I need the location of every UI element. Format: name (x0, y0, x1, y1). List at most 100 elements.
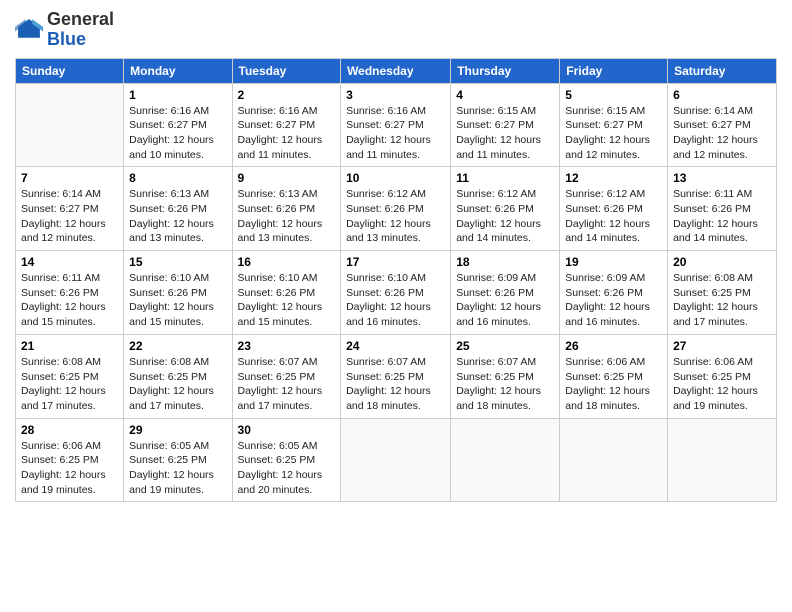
calendar-cell: 17 Sunrise: 6:10 AM Sunset: 6:26 PM Dayli… (341, 251, 451, 335)
day-number: 4 (456, 88, 554, 102)
day-info: Sunrise: 6:12 AM Sunset: 6:26 PM Dayligh… (346, 187, 445, 246)
day-info: Sunrise: 6:14 AM Sunset: 6:27 PM Dayligh… (21, 187, 118, 246)
day-number: 28 (21, 423, 118, 437)
calendar-cell: 30 Sunrise: 6:05 AM Sunset: 6:25 PM Dayli… (232, 418, 341, 502)
calendar-row: 14 Sunrise: 6:11 AM Sunset: 6:26 PM Dayli… (16, 251, 777, 335)
day-number: 19 (565, 255, 662, 269)
header-row: Sunday Monday Tuesday Wednesday Thursday… (16, 58, 777, 83)
calendar-cell: 10 Sunrise: 6:12 AM Sunset: 6:26 PM Dayli… (341, 167, 451, 251)
calendar-cell (16, 83, 124, 167)
calendar-cell: 13 Sunrise: 6:11 AM Sunset: 6:26 PM Dayli… (668, 167, 777, 251)
day-number: 2 (238, 88, 336, 102)
calendar-cell: 1 Sunrise: 6:16 AM Sunset: 6:27 PM Daylig… (124, 83, 232, 167)
logo: General Blue (15, 10, 114, 50)
calendar-cell: 4 Sunrise: 6:15 AM Sunset: 6:27 PM Daylig… (451, 83, 560, 167)
calendar-row: 28 Sunrise: 6:06 AM Sunset: 6:25 PM Dayli… (16, 418, 777, 502)
day-number: 22 (129, 339, 226, 353)
calendar-cell: 9Sunrise: 6:13 AM Sunset: 6:26 PM Daylig… (232, 167, 341, 251)
day-info: Sunrise: 6:05 AM Sunset: 6:25 PM Dayligh… (238, 439, 336, 498)
day-number: 6 (673, 88, 771, 102)
calendar-table: Sunday Monday Tuesday Wednesday Thursday… (15, 58, 777, 503)
calendar-cell: 2Sunrise: 6:16 AM Sunset: 6:27 PM Daylig… (232, 83, 341, 167)
day-info: Sunrise: 6:08 AM Sunset: 6:25 PM Dayligh… (673, 271, 771, 330)
day-info: Sunrise: 6:08 AM Sunset: 6:25 PM Dayligh… (129, 355, 226, 414)
day-info: Sunrise: 6:07 AM Sunset: 6:25 PM Dayligh… (346, 355, 445, 414)
day-number: 24 (346, 339, 445, 353)
day-number: 21 (21, 339, 118, 353)
header: General Blue (15, 10, 777, 50)
day-number: 11 (456, 171, 554, 185)
day-info: Sunrise: 6:11 AM Sunset: 6:26 PM Dayligh… (21, 271, 118, 330)
day-number: 12 (565, 171, 662, 185)
calendar-cell: 29Sunrise: 6:05 AM Sunset: 6:25 PM Dayli… (124, 418, 232, 502)
day-number: 25 (456, 339, 554, 353)
page: General Blue Sunday Monday Tuesday Wedne… (0, 0, 792, 612)
day-number: 27 (673, 339, 771, 353)
day-number: 5 (565, 88, 662, 102)
day-info: Sunrise: 6:13 AM Sunset: 6:26 PM Dayligh… (238, 187, 336, 246)
calendar-cell: 23 Sunrise: 6:07 AM Sunset: 6:25 PM Dayli… (232, 334, 341, 418)
day-info: Sunrise: 6:16 AM Sunset: 6:27 PM Dayligh… (129, 104, 226, 163)
calendar-row: 1 Sunrise: 6:16 AM Sunset: 6:27 PM Daylig… (16, 83, 777, 167)
day-number: 23 (238, 339, 336, 353)
logo-text: General Blue (47, 10, 114, 50)
calendar-body: 1 Sunrise: 6:16 AM Sunset: 6:27 PM Daylig… (16, 83, 777, 502)
day-number: 26 (565, 339, 662, 353)
col-thursday: Thursday (451, 58, 560, 83)
day-number: 1 (129, 88, 226, 102)
day-info: Sunrise: 6:06 AM Sunset: 6:25 PM Dayligh… (21, 439, 118, 498)
calendar-cell: 25 Sunrise: 6:07 AM Sunset: 6:25 PM Dayli… (451, 334, 560, 418)
day-info: Sunrise: 6:10 AM Sunset: 6:26 PM Dayligh… (346, 271, 445, 330)
calendar-cell (668, 418, 777, 502)
calendar-cell: 21Sunrise: 6:08 AM Sunset: 6:25 PM Dayli… (16, 334, 124, 418)
calendar-cell: 20 Sunrise: 6:08 AM Sunset: 6:25 PM Dayli… (668, 251, 777, 335)
day-number: 29 (129, 423, 226, 437)
col-wednesday: Wednesday (341, 58, 451, 83)
day-info: Sunrise: 6:14 AM Sunset: 6:27 PM Dayligh… (673, 104, 771, 163)
col-friday: Friday (560, 58, 668, 83)
day-number: 7 (21, 171, 118, 185)
calendar-cell: 22 Sunrise: 6:08 AM Sunset: 6:25 PM Dayli… (124, 334, 232, 418)
day-info: Sunrise: 6:09 AM Sunset: 6:26 PM Dayligh… (565, 271, 662, 330)
day-info: Sunrise: 6:16 AM Sunset: 6:27 PM Dayligh… (346, 104, 445, 163)
col-tuesday: Tuesday (232, 58, 341, 83)
calendar-cell: 15 Sunrise: 6:10 AM Sunset: 6:26 PM Dayli… (124, 251, 232, 335)
day-info: Sunrise: 6:10 AM Sunset: 6:26 PM Dayligh… (129, 271, 226, 330)
day-info: Sunrise: 6:13 AM Sunset: 6:26 PM Dayligh… (129, 187, 226, 246)
calendar-cell: 8Sunrise: 6:13 AM Sunset: 6:26 PM Daylig… (124, 167, 232, 251)
day-number: 13 (673, 171, 771, 185)
day-info: Sunrise: 6:07 AM Sunset: 6:25 PM Dayligh… (238, 355, 336, 414)
day-number: 3 (346, 88, 445, 102)
calendar-cell: 5 Sunrise: 6:15 AM Sunset: 6:27 PM Daylig… (560, 83, 668, 167)
day-number: 17 (346, 255, 445, 269)
col-sunday: Sunday (16, 58, 124, 83)
day-info: Sunrise: 6:07 AM Sunset: 6:25 PM Dayligh… (456, 355, 554, 414)
day-info: Sunrise: 6:15 AM Sunset: 6:27 PM Dayligh… (456, 104, 554, 163)
day-info: Sunrise: 6:11 AM Sunset: 6:26 PM Dayligh… (673, 187, 771, 246)
day-number: 15 (129, 255, 226, 269)
day-number: 16 (238, 255, 336, 269)
calendar-cell: 12 Sunrise: 6:12 AM Sunset: 6:26 PM Dayli… (560, 167, 668, 251)
calendar-cell: 6 Sunrise: 6:14 AM Sunset: 6:27 PM Daylig… (668, 83, 777, 167)
day-info: Sunrise: 6:12 AM Sunset: 6:26 PM Dayligh… (565, 187, 662, 246)
day-info: Sunrise: 6:06 AM Sunset: 6:25 PM Dayligh… (565, 355, 662, 414)
calendar-cell: 11Sunrise: 6:12 AM Sunset: 6:26 PM Dayli… (451, 167, 560, 251)
calendar-cell: 14 Sunrise: 6:11 AM Sunset: 6:26 PM Dayli… (16, 251, 124, 335)
col-saturday: Saturday (668, 58, 777, 83)
calendar-cell: 7 Sunrise: 6:14 AM Sunset: 6:27 PM Daylig… (16, 167, 124, 251)
calendar-cell: 28 Sunrise: 6:06 AM Sunset: 6:25 PM Dayli… (16, 418, 124, 502)
calendar-row: 7 Sunrise: 6:14 AM Sunset: 6:27 PM Daylig… (16, 167, 777, 251)
calendar-cell: 16 Sunrise: 6:10 AM Sunset: 6:26 PM Dayli… (232, 251, 341, 335)
day-info: Sunrise: 6:15 AM Sunset: 6:27 PM Dayligh… (565, 104, 662, 163)
day-number: 14 (21, 255, 118, 269)
calendar-cell (451, 418, 560, 502)
calendar-cell: 18Sunrise: 6:09 AM Sunset: 6:26 PM Dayli… (451, 251, 560, 335)
day-number: 20 (673, 255, 771, 269)
day-info: Sunrise: 6:10 AM Sunset: 6:26 PM Dayligh… (238, 271, 336, 330)
day-info: Sunrise: 6:06 AM Sunset: 6:25 PM Dayligh… (673, 355, 771, 414)
calendar-cell: 19 Sunrise: 6:09 AM Sunset: 6:26 PM Dayli… (560, 251, 668, 335)
calendar-header: Sunday Monday Tuesday Wednesday Thursday… (16, 58, 777, 83)
day-number: 30 (238, 423, 336, 437)
calendar-cell: 24 Sunrise: 6:07 AM Sunset: 6:25 PM Dayli… (341, 334, 451, 418)
day-number: 10 (346, 171, 445, 185)
